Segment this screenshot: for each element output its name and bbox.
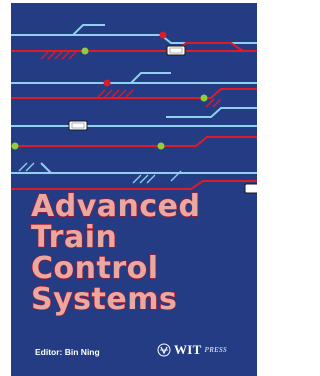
publisher-logo: WIT PRESS [157, 342, 227, 358]
signal-green-1 [81, 47, 89, 55]
title-line-1: Advanced [30, 189, 201, 224]
editor-credit: Editor: Bin Ning [35, 347, 100, 357]
signal-red-2 [103, 79, 111, 87]
train-car-3 [244, 183, 257, 194]
red-track-2 [11, 88, 257, 99]
red-track-3 [11, 136, 257, 147]
publisher-name: WIT [174, 342, 202, 357]
track-line-3 [11, 72, 171, 84]
signal-red-1 [159, 31, 167, 39]
signal-green-3 [11, 142, 19, 150]
wit-crest-icon [157, 343, 171, 357]
track-line-1 [21, 24, 105, 36]
signal-green-4 [157, 142, 165, 150]
track-line-5 [166, 107, 257, 118]
title-line-3: Control [30, 251, 159, 286]
book-title: Advanced Train Control Systems [30, 189, 201, 317]
book-cover: Advanced Train Control Systems Editor: B… [11, 3, 257, 376]
signal-green-2 [200, 94, 208, 102]
publisher-suffix: PRESS [204, 346, 227, 354]
title-line-2: Train [30, 220, 118, 255]
title-line-4: Systems [30, 282, 178, 317]
